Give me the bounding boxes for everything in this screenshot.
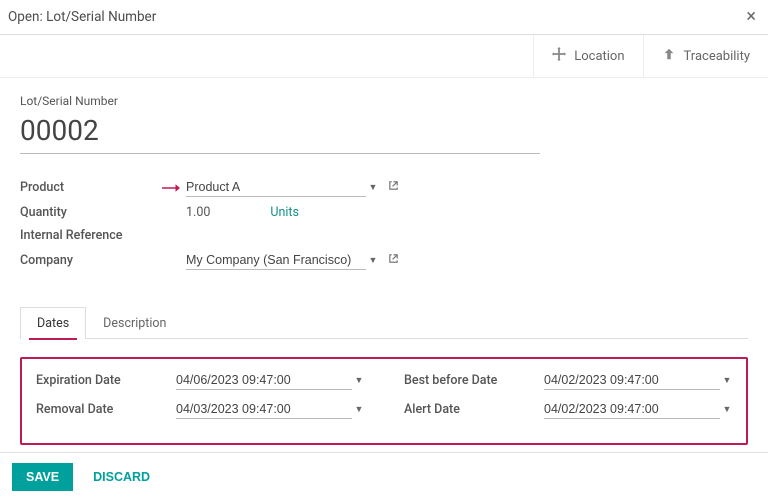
- best-before-date-label: Best before Date: [404, 373, 544, 388]
- removal-date-caret[interactable]: ▼: [354, 404, 364, 415]
- tab-dates[interactable]: Dates: [20, 307, 86, 339]
- form-content: Lot/Serial Number 00002 Product ▼ Quanti…: [0, 78, 768, 451]
- expiration-date-input[interactable]: [176, 371, 352, 390]
- tab-description[interactable]: Description: [86, 307, 183, 339]
- alert-date-label: Alert Date: [404, 402, 544, 417]
- company-input[interactable]: [186, 251, 366, 270]
- alert-date-input[interactable]: [544, 400, 720, 419]
- units-link[interactable]: Units: [270, 205, 299, 220]
- product-dropdown-caret[interactable]: ▼: [368, 182, 378, 193]
- product-external-link-icon[interactable]: [388, 180, 399, 195]
- lot-number-label: Lot/Serial Number: [20, 94, 748, 108]
- modal-title: Open: Lot/Serial Number: [8, 9, 156, 25]
- modal-header: Open: Lot/Serial Number ×: [0, 0, 768, 35]
- close-icon[interactable]: ×: [746, 8, 756, 26]
- quantity-label: Quantity: [20, 205, 160, 220]
- best-before-date-caret[interactable]: ▼: [722, 375, 732, 386]
- expiration-date-label: Expiration Date: [36, 373, 176, 388]
- traceability-label: Traceability: [684, 49, 750, 64]
- modal-footer: SAVE DISCARD: [0, 452, 768, 501]
- highlight-arrow-icon: [160, 182, 180, 194]
- quantity-value: 1.00: [186, 205, 210, 220]
- location-label: Location: [574, 49, 624, 64]
- best-before-date-input[interactable]: [544, 371, 720, 390]
- internal-reference-label: Internal Reference: [20, 228, 160, 243]
- save-button[interactable]: SAVE: [12, 463, 73, 491]
- tab-bar: Dates Description: [20, 306, 748, 339]
- dates-panel-highlight: Expiration Date ▼ Removal Date ▼ Best be…: [20, 357, 748, 445]
- discard-button[interactable]: DISCARD: [87, 469, 156, 485]
- product-label: Product: [20, 180, 160, 195]
- action-bar: Location Traceability: [0, 35, 768, 78]
- removal-date-label: Removal Date: [36, 402, 176, 417]
- traceability-button[interactable]: Traceability: [643, 35, 768, 77]
- company-label: Company: [20, 253, 160, 268]
- alert-date-caret[interactable]: ▼: [722, 404, 732, 415]
- company-external-link-icon[interactable]: [388, 253, 399, 268]
- lot-number-value[interactable]: 00002: [20, 110, 540, 154]
- company-dropdown-caret[interactable]: ▼: [368, 255, 378, 266]
- removal-date-input[interactable]: [176, 400, 352, 419]
- move-icon: [552, 47, 566, 65]
- location-button[interactable]: Location: [533, 35, 642, 77]
- expiration-date-caret[interactable]: ▼: [354, 375, 364, 386]
- product-input[interactable]: [186, 178, 366, 197]
- arrow-up-icon: [662, 47, 676, 65]
